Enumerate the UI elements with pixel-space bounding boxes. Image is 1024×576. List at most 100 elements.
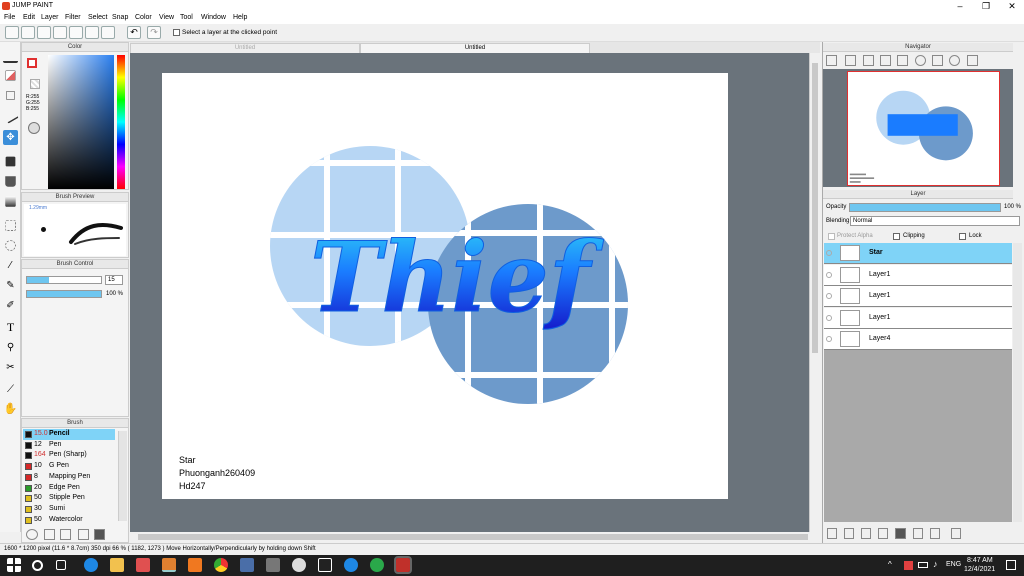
chrome-icon[interactable] xyxy=(214,558,228,572)
battery-icon[interactable] xyxy=(918,562,928,568)
grid-icon[interactable] xyxy=(101,26,115,39)
navigator-frame[interactable] xyxy=(847,71,1000,186)
actual-size-icon[interactable] xyxy=(880,55,891,66)
select-layer-checkbox[interactable] xyxy=(173,29,180,36)
zoom-in-icon[interactable] xyxy=(826,55,837,66)
color-picker-square[interactable] xyxy=(48,55,114,189)
menu-file[interactable]: File xyxy=(4,14,15,21)
protect-alpha-checkbox[interactable] xyxy=(828,233,835,240)
clock-time[interactable]: 8:47 AM xyxy=(967,557,993,564)
brush-list-item[interactable]: 12 Pen xyxy=(23,440,115,451)
gradient-tool-icon[interactable] xyxy=(5,196,16,207)
brush-list-item[interactable]: 50 Stipple Pen xyxy=(23,493,115,504)
jump-paint-taskbar-icon[interactable] xyxy=(162,558,176,572)
edge-icon[interactable] xyxy=(84,558,98,572)
windows-start-icon[interactable] xyxy=(7,558,21,572)
new-text-layer-icon[interactable] xyxy=(861,528,871,539)
page-icon[interactable] xyxy=(69,26,83,39)
brush-copy-icon[interactable] xyxy=(60,529,71,540)
notification-icon[interactable] xyxy=(1006,560,1016,570)
bucket-tool-icon[interactable] xyxy=(5,176,16,187)
save-icon[interactable] xyxy=(37,26,51,39)
rectangle-tool-icon[interactable] xyxy=(6,91,15,100)
brush-new-icon[interactable] xyxy=(44,529,55,540)
text-tool-icon[interactable]: T xyxy=(3,320,18,335)
camera-icon[interactable] xyxy=(292,558,306,572)
horizontal-scrollbar[interactable] xyxy=(130,532,820,543)
hue-slider[interactable] xyxy=(117,55,125,189)
task-view-icon[interactable] xyxy=(56,560,66,570)
new-layer-icon[interactable] xyxy=(827,528,837,539)
move-tool-icon[interactable]: ✥ xyxy=(3,130,18,145)
tab-untitled-1[interactable]: Untitled xyxy=(130,43,360,53)
open-icon[interactable] xyxy=(21,26,35,39)
file-explorer-icon[interactable] xyxy=(110,558,124,572)
operation-tool-icon[interactable]: ⚲ xyxy=(3,340,18,355)
zoom-fit-icon[interactable] xyxy=(897,55,908,66)
layer-opacity-slider[interactable] xyxy=(849,203,1001,212)
pen-tool-icon[interactable] xyxy=(3,48,18,63)
brush-opacity-slider[interactable] xyxy=(26,290,102,298)
layer-row[interactable]: Star xyxy=(824,243,1012,264)
select-pen-icon[interactable]: ✎ xyxy=(3,278,18,293)
menu-filter[interactable]: Filter xyxy=(65,14,81,21)
menu-window[interactable]: Window xyxy=(201,14,226,21)
background-color-swatch[interactable] xyxy=(30,79,40,89)
language-indicator[interactable]: ENG xyxy=(946,561,961,568)
merge-layer-icon[interactable] xyxy=(930,528,940,539)
minimize-icon[interactable]: – xyxy=(948,0,972,12)
redo-icon[interactable]: ↷ xyxy=(147,26,161,39)
delete-layer-icon[interactable] xyxy=(951,528,961,539)
horizontal-scroll-thumb[interactable] xyxy=(138,534,808,540)
layer-visibility-icon[interactable] xyxy=(826,293,832,299)
select-rect-tool-icon[interactable] xyxy=(5,220,16,231)
new-halftone-layer-icon[interactable] xyxy=(878,528,888,539)
menu-select[interactable]: Select xyxy=(88,14,107,21)
brush-folder-icon[interactable] xyxy=(78,529,89,540)
new-vector-layer-icon[interactable] xyxy=(844,528,854,539)
hand-tool-icon[interactable]: ✋ xyxy=(3,402,18,417)
eyedropper-tool-icon[interactable]: ⟋ xyxy=(3,382,18,397)
brush-list-item[interactable]: 15.0 Pencil xyxy=(23,429,115,440)
layer-row[interactable]: Layer1 xyxy=(824,264,1012,286)
brush-list-item[interactable]: 8 Mapping Pen xyxy=(23,472,115,483)
app-blue-icon[interactable] xyxy=(240,558,254,572)
palette-icon[interactable] xyxy=(28,122,40,134)
brush-size-input[interactable]: 15 xyxy=(105,275,123,285)
maximize-icon[interactable]: ❐ xyxy=(974,0,998,12)
new-icon[interactable] xyxy=(5,26,19,39)
lasso-tool-icon[interactable] xyxy=(5,240,16,251)
fit-icon[interactable] xyxy=(863,55,874,66)
brush-list-item[interactable]: 164 Pen (Sharp) xyxy=(23,450,115,461)
brush-size-slider[interactable] xyxy=(26,276,102,284)
new-folder-icon[interactable] xyxy=(895,528,906,539)
menu-view[interactable]: View xyxy=(159,14,174,21)
lock-checkbox[interactable] xyxy=(959,233,966,240)
fill-rect-tool-icon[interactable] xyxy=(5,156,16,167)
menu-snap[interactable]: Snap xyxy=(112,14,128,21)
select-eraser-icon[interactable]: ✐ xyxy=(3,298,18,313)
layer-visibility-icon[interactable] xyxy=(826,250,832,256)
navigator-preview[interactable] xyxy=(823,69,1013,187)
capcut-icon[interactable] xyxy=(318,558,332,572)
magic-wand-icon[interactable]: ⁄ xyxy=(3,258,18,273)
close-icon[interactable]: ✕ xyxy=(1000,0,1024,12)
duplicate-layer-icon[interactable] xyxy=(913,528,923,539)
jump-paint-active-icon[interactable] xyxy=(394,556,412,574)
layer-scrollbar[interactable] xyxy=(1013,243,1022,522)
show-hidden-icon[interactable]: ^ xyxy=(888,560,892,569)
document-canvas[interactable]: Thief Star Phuonganh260409 Hd247 xyxy=(162,73,728,499)
brush-list-item[interactable]: 30 Sumi xyxy=(23,504,115,515)
menu-tool[interactable]: Tool xyxy=(180,14,193,21)
undo-icon[interactable]: ↶ xyxy=(127,26,141,39)
brush-add-icon[interactable] xyxy=(26,529,38,540)
brush-tool-icon[interactable] xyxy=(2,107,19,124)
volume-icon[interactable]: ♪ xyxy=(933,559,938,569)
menu-help[interactable]: Help xyxy=(233,14,247,21)
app-green-icon[interactable] xyxy=(370,558,384,572)
eraser-tool-icon[interactable] xyxy=(5,70,16,81)
blending-select[interactable]: Normal xyxy=(850,216,1020,226)
menu-edit[interactable]: Edit xyxy=(23,14,35,21)
brush-list-item[interactable]: 20 Edge Pen xyxy=(23,483,115,494)
layer-row[interactable]: Layer1 xyxy=(824,307,1012,329)
